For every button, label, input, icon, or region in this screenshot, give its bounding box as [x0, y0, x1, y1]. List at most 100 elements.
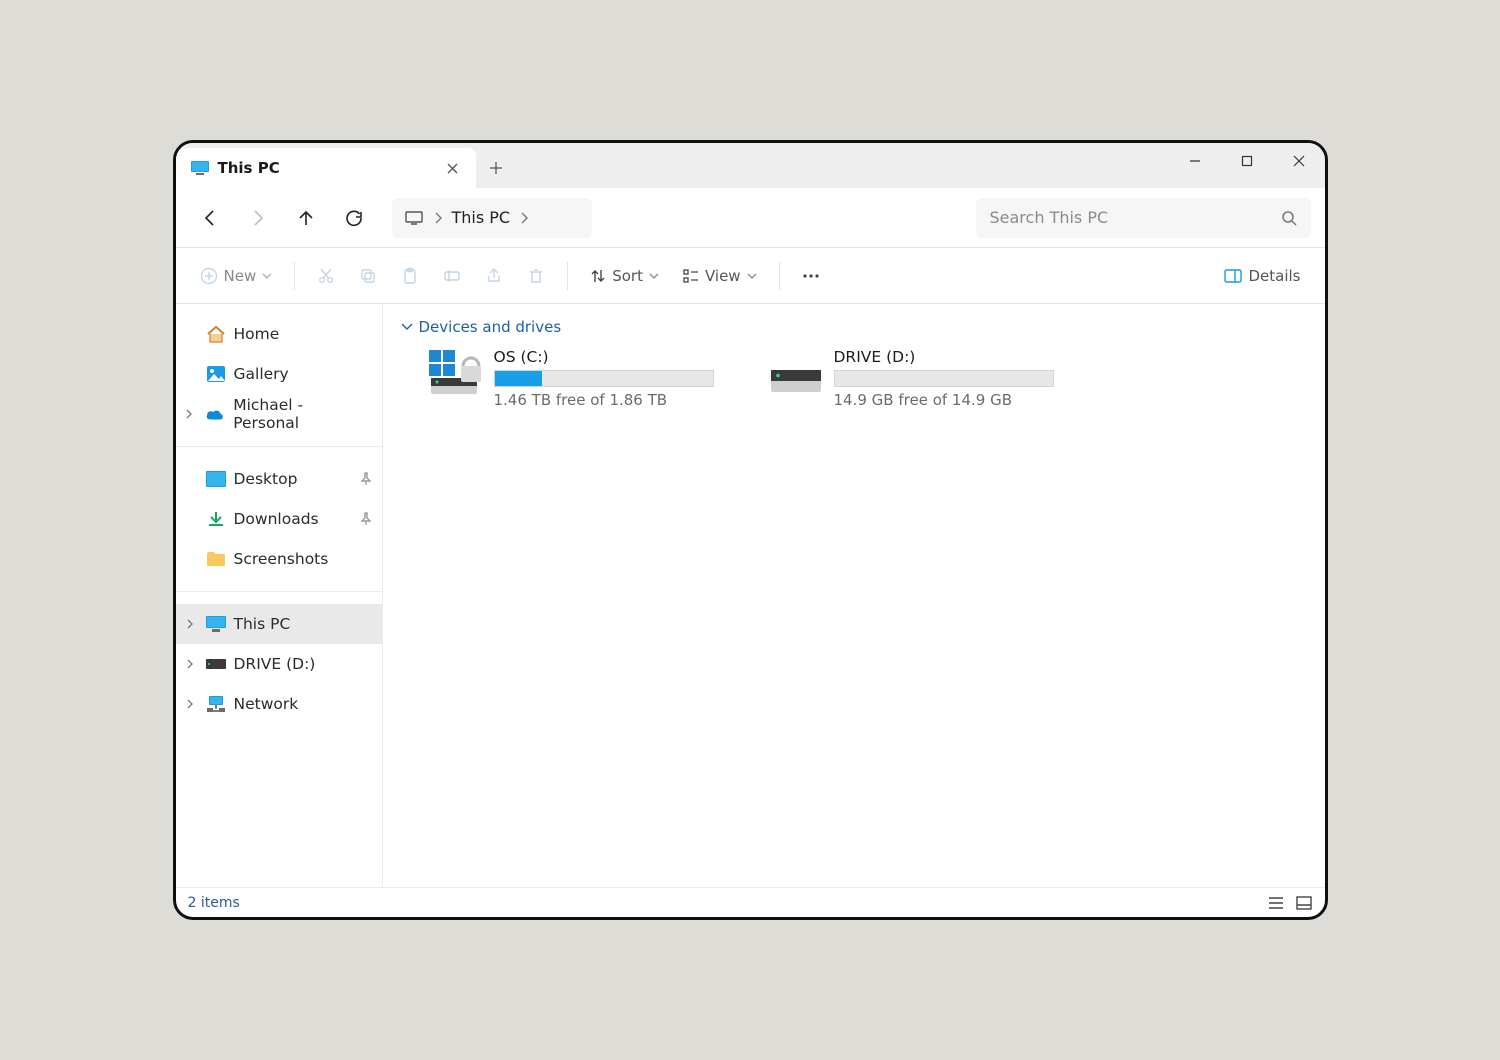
paste-button[interactable]	[391, 258, 429, 294]
address-bar[interactable]: This PC	[392, 198, 592, 238]
drive-os-c[interactable]: OS (C:) 1.46 TB free of 1.86 TB	[429, 348, 729, 409]
drive-free-text: 1.46 TB free of 1.86 TB	[494, 391, 729, 409]
nav-row: This PC	[176, 188, 1325, 248]
search-icon	[1281, 210, 1297, 226]
up-button[interactable]	[286, 198, 326, 238]
details-view-toggle[interactable]	[1267, 894, 1285, 912]
sidebar-label: Gallery	[234, 365, 289, 383]
tab-this-pc[interactable]: This PC	[176, 148, 476, 188]
paste-icon	[401, 267, 419, 285]
sidebar-label: Home	[234, 325, 280, 343]
new-button[interactable]: New	[190, 258, 283, 294]
drive-d[interactable]: DRIVE (D:) 14.9 GB free of 14.9 GB	[769, 348, 1069, 409]
monitor-icon	[404, 208, 424, 228]
rename-icon	[443, 267, 461, 285]
chevron-down-icon	[262, 273, 272, 279]
search-input[interactable]	[990, 208, 1271, 227]
sidebar-group-pinned: Desktop Downloads Screenshots	[176, 446, 382, 583]
search-box[interactable]	[976, 198, 1311, 238]
refresh-button[interactable]	[334, 198, 374, 238]
sidebar-item-desktop[interactable]: Desktop	[176, 459, 382, 499]
sidebar-item-this-pc[interactable]: This PC	[176, 604, 382, 644]
status-bar: 2 items	[176, 887, 1325, 917]
drive-name: DRIVE (D:)	[834, 348, 1069, 366]
sidebar-group-quick: Home Gallery Michael - Personal	[176, 310, 382, 438]
body: Home Gallery Michael - Personal Des	[176, 304, 1325, 887]
os-drive-icon	[429, 348, 484, 398]
cut-button[interactable]	[307, 258, 345, 294]
chevron-down-icon	[401, 323, 413, 331]
chevron-right-icon[interactable]	[182, 619, 198, 629]
sidebar-group-devices: This PC DRIVE (D:) Network	[176, 591, 382, 728]
explorer-window: This PC This PC	[173, 140, 1328, 920]
scissors-icon	[317, 267, 335, 285]
drive-icon	[206, 654, 226, 674]
share-button[interactable]	[475, 258, 513, 294]
new-label: New	[224, 267, 257, 285]
drive-info: OS (C:) 1.46 TB free of 1.86 TB	[494, 348, 729, 409]
chevron-right-icon[interactable]	[182, 409, 198, 419]
sidebar-item-network[interactable]: Network	[176, 684, 382, 724]
trash-icon	[527, 267, 545, 285]
chevron-right-icon[interactable]	[520, 212, 528, 224]
plus-circle-icon	[200, 267, 218, 285]
sort-label: Sort	[612, 267, 643, 285]
delete-button[interactable]	[517, 258, 555, 294]
tab-close-button[interactable]	[444, 159, 462, 177]
sidebar-item-drive-d[interactable]: DRIVE (D:)	[176, 644, 382, 684]
chevron-down-icon	[649, 273, 659, 279]
new-tab-button[interactable]	[476, 148, 516, 188]
details-pane-button[interactable]: Details	[1214, 258, 1310, 294]
section-title: Devices and drives	[419, 318, 562, 336]
sidebar-item-onedrive[interactable]: Michael - Personal	[176, 394, 382, 434]
view-icon	[683, 268, 699, 284]
rename-button[interactable]	[433, 258, 471, 294]
close-button[interactable]	[1273, 143, 1325, 178]
window-controls	[1169, 143, 1325, 178]
pin-icon	[360, 512, 372, 526]
sidebar-label: DRIVE (D:)	[234, 655, 316, 673]
section-devices-and-drives[interactable]: Devices and drives	[401, 318, 1307, 336]
capacity-fill	[495, 371, 543, 386]
status-item-count: 2 items	[188, 895, 240, 911]
onedrive-icon	[205, 404, 225, 424]
chevron-right-icon[interactable]	[182, 659, 198, 669]
gallery-icon	[206, 364, 226, 384]
chevron-right-icon[interactable]	[182, 699, 198, 709]
desktop-icon	[206, 469, 226, 489]
share-icon	[485, 267, 503, 285]
sidebar-label: Screenshots	[234, 550, 329, 568]
copy-button[interactable]	[349, 258, 387, 294]
sort-button[interactable]: Sort	[580, 258, 669, 294]
copy-icon	[359, 267, 377, 285]
view-label: View	[705, 267, 741, 285]
thumbnails-view-toggle[interactable]	[1295, 894, 1313, 912]
minimize-button[interactable]	[1169, 143, 1221, 178]
breadcrumb-location[interactable]: This PC	[452, 208, 511, 227]
maximize-button[interactable]	[1221, 143, 1273, 178]
sidebar-label: Downloads	[234, 510, 319, 528]
back-button[interactable]	[190, 198, 230, 238]
sidebar-item-downloads[interactable]: Downloads	[176, 499, 382, 539]
network-icon	[206, 694, 226, 714]
this-pc-icon	[206, 614, 226, 634]
drives-list: OS (C:) 1.46 TB free of 1.86 TB	[401, 348, 1307, 409]
capacity-bar	[494, 370, 714, 387]
sidebar-label: Desktop	[234, 470, 298, 488]
sidebar-item-screenshots[interactable]: Screenshots	[176, 539, 382, 579]
view-button[interactable]: View	[673, 258, 767, 294]
chevron-down-icon	[747, 273, 757, 279]
sort-icon	[590, 268, 606, 284]
this-pc-icon	[190, 158, 210, 178]
toolbar: New Sort View Details	[176, 248, 1325, 304]
chevron-right-icon	[434, 212, 442, 224]
capacity-bar	[834, 370, 1054, 387]
details-label: Details	[1248, 267, 1300, 285]
sidebar-item-home[interactable]: Home	[176, 314, 382, 354]
sidebar-item-gallery[interactable]: Gallery	[176, 354, 382, 394]
more-button[interactable]	[792, 258, 830, 294]
forward-button[interactable]	[238, 198, 278, 238]
main-pane: Devices and drives	[383, 304, 1325, 887]
home-icon	[206, 324, 226, 344]
folder-icon	[206, 549, 226, 569]
